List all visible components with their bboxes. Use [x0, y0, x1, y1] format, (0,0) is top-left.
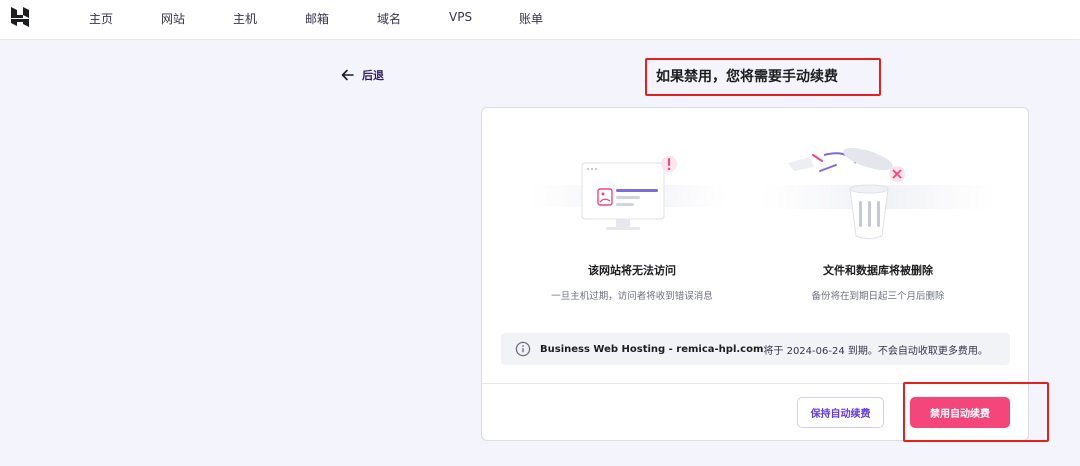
notice-plan-name: Business Web Hosting - remica-hpl.com — [540, 343, 764, 355]
nav-item-home[interactable]: 主页 — [89, 10, 113, 27]
nav-item-domains[interactable]: 域名 — [377, 10, 401, 27]
info-icon — [515, 341, 531, 357]
back-link[interactable]: 后退 — [341, 67, 384, 83]
disable-auto-renewal-card: 该网站将无法访问 一旦主机过期，访问者将收到错误消息 文件和数据库将被删除 备份… — [481, 107, 1029, 441]
nav-item-billing[interactable]: 账单 — [519, 10, 543, 27]
feature-description: 备份将在到期日起三个月后删除 — [811, 291, 945, 302]
top-navigation-bar: 主页 网站 主机 邮箱 域名 VPS 账单 — [0, 0, 1080, 40]
expiry-notice: Business Web Hosting - remica-hpl.com 将于… — [501, 333, 1010, 365]
page-title: 如果禁用，您将需要手动续费 — [656, 69, 838, 85]
feature-title: 文件和数据库将被删除 — [823, 264, 933, 277]
nav-item-vps[interactable]: VPS — [449, 10, 472, 24]
feature-website-unreachable: 该网站将无法访问 一旦主机过期，访问者将收到错误消息 — [527, 262, 737, 302]
feature-title: 该网站将无法访问 — [588, 264, 676, 277]
arrow-left-icon — [341, 69, 362, 81]
nav-item-email[interactable]: 邮箱 — [305, 10, 329, 27]
disable-auto-renewal-button[interactable]: 禁用自动续费 — [910, 397, 1010, 428]
hostinger-logo-icon[interactable] — [9, 6, 31, 28]
files-deleted-illustration — [758, 141, 998, 246]
feature-description: 一旦主机过期，访问者将收到错误消息 — [551, 291, 713, 302]
nav-item-websites[interactable]: 网站 — [161, 10, 185, 27]
website-unreachable-illustration — [530, 143, 730, 243]
feature-files-deleted: 文件和数据库将被删除 备份将在到期日起三个月后删除 — [773, 262, 983, 302]
notice-text: 将于 2024-06-24 到期。不会自动收取更多费用。 — [763, 345, 988, 357]
keep-auto-renewal-button[interactable]: 保持自动续费 — [797, 397, 884, 428]
back-label: 后退 — [362, 69, 384, 82]
nav-item-hosting[interactable]: 主机 — [233, 10, 257, 27]
